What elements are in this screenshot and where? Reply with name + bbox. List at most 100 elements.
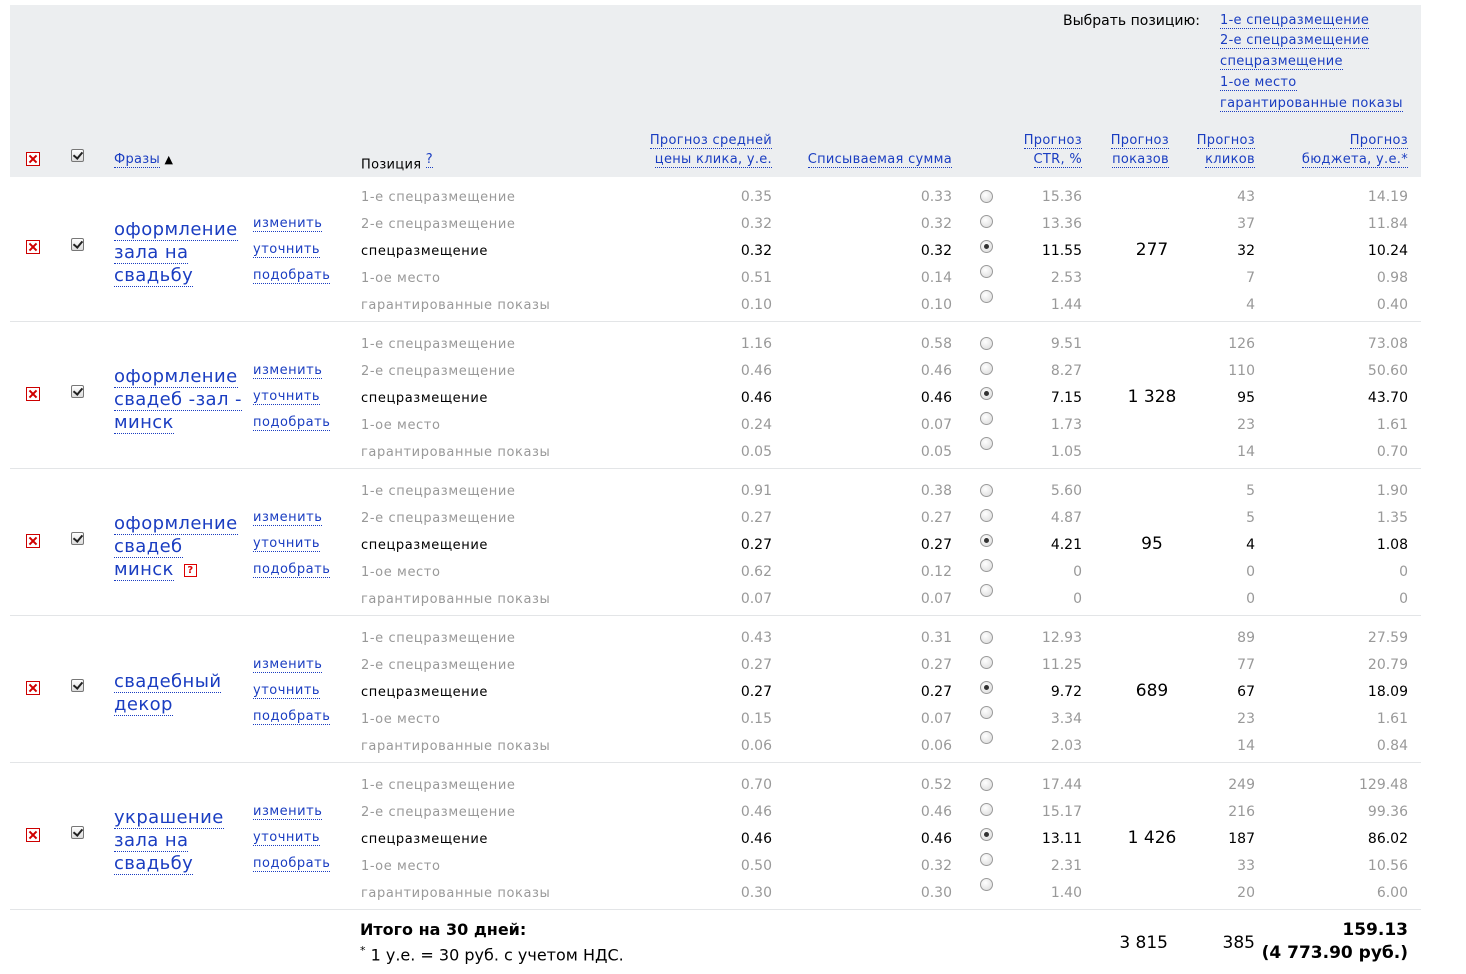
phrase-line[interactable]: оформление — [114, 218, 238, 241]
phrase-link[interactable]: свадьбу — [114, 852, 194, 875]
edit-link[interactable]: изменить — [253, 363, 323, 379]
position-radio[interactable] — [980, 706, 993, 719]
position-radio[interactable] — [980, 190, 993, 203]
phrase-link[interactable]: оформление — [114, 512, 238, 535]
phrase-action-refine[interactable]: уточнить — [253, 683, 321, 699]
clicks-header-line1[interactable]: Прогноз — [1196, 133, 1255, 149]
phrase-line[interactable]: свадеб — [114, 535, 183, 558]
avg-price-header-line1[interactable]: Прогноз средней — [649, 133, 772, 149]
choose-option-link[interactable]: спецразмещение — [1220, 54, 1343, 70]
phrase-link[interactable]: свадеб -зал - — [114, 388, 242, 411]
position-radio[interactable] — [980, 656, 993, 669]
edit-link[interactable]: изменить — [253, 804, 323, 820]
edit-link[interactable]: изменить — [253, 510, 323, 526]
position-help-icon[interactable]: ? — [425, 152, 433, 168]
pick-link[interactable]: подобрать — [253, 856, 331, 872]
choose-option-link[interactable]: 2-е спецразмещение — [1220, 33, 1370, 49]
choose-option-link[interactable]: 1-ое место — [1220, 75, 1297, 91]
position-radio[interactable] — [980, 412, 993, 425]
phrase-action-refine[interactable]: уточнить — [253, 242, 321, 258]
phrases-sort-link[interactable]: Фразы — [114, 152, 161, 168]
budget-header[interactable]: Прогноз бюджета, у.е.* — [1260, 131, 1408, 169]
phrase-link[interactable]: свадебный — [114, 671, 222, 693]
phrase-action-pick[interactable]: подобрать — [253, 856, 331, 872]
ctr-header-line1[interactable]: Прогноз — [1023, 133, 1082, 149]
phrase-action-edit[interactable]: изменить — [253, 804, 323, 820]
position-radio[interactable] — [980, 337, 993, 350]
refine-link[interactable]: уточнить — [253, 242, 321, 258]
position-radio[interactable] — [980, 803, 993, 816]
choose-position-option-first[interactable]: 1-ое место — [1220, 75, 1297, 91]
pick-link[interactable]: подобрать — [253, 709, 331, 725]
phrase-checkbox[interactable] — [71, 238, 84, 251]
choose-position-option-spec2[interactable]: 2-е спецразмещение — [1220, 33, 1370, 49]
phrase-line[interactable]: декор — [114, 693, 173, 716]
position-radio[interactable] — [980, 853, 993, 866]
phrase-link[interactable]: оформление — [114, 218, 238, 241]
phrase-line[interactable]: минск? — [114, 558, 197, 581]
phrase-link[interactable]: зала на — [114, 241, 189, 264]
phrase-checkbox[interactable] — [71, 826, 84, 839]
position-radio[interactable] — [980, 240, 993, 253]
phrase-link[interactable]: минск — [114, 411, 174, 434]
phrase-checkbox[interactable] — [71, 532, 84, 545]
select-all-checkbox[interactable] — [71, 149, 84, 162]
position-radio[interactable] — [980, 631, 993, 644]
position-radio[interactable] — [980, 265, 993, 278]
phrase-link[interactable]: минск — [114, 558, 174, 581]
phrase-line[interactable]: минск — [114, 411, 174, 434]
pick-link[interactable]: подобрать — [253, 268, 331, 284]
phrase-action-pick[interactable]: подобрать — [253, 268, 331, 284]
phrase-link[interactable]: оформление — [114, 365, 238, 388]
delete-phrase-icon[interactable] — [26, 387, 40, 401]
pick-link[interactable]: подобрать — [253, 415, 331, 431]
choose-position-option-spec[interactable]: спецразмещение — [1220, 54, 1343, 70]
position-radio[interactable] — [980, 559, 993, 572]
phrase-line[interactable]: оформление — [114, 512, 238, 535]
shows-header-line2[interactable]: показов — [1112, 152, 1169, 168]
shows-header-line1[interactable]: Прогноз — [1110, 133, 1169, 149]
position-radio[interactable] — [980, 878, 993, 891]
phrase-checkbox[interactable] — [71, 679, 84, 692]
delete-phrase-icon[interactable] — [26, 681, 40, 695]
avg-price-header[interactable]: Прогноз средней цены клика, у.е. — [600, 131, 772, 169]
phrases-header[interactable]: Фразы ▲ — [114, 150, 173, 169]
position-radio[interactable] — [980, 215, 993, 228]
edit-link[interactable]: изменить — [253, 657, 323, 673]
position-radio[interactable] — [980, 484, 993, 497]
phrase-action-pick[interactable]: подобрать — [253, 709, 331, 725]
phrase-line[interactable]: свадеб -зал - — [114, 388, 242, 411]
choose-position-option-guaranteed[interactable]: гарантированные показы — [1220, 96, 1403, 112]
ctr-header-line2[interactable]: CTR, % — [1033, 152, 1082, 168]
position-radio[interactable] — [980, 534, 993, 547]
refine-link[interactable]: уточнить — [253, 389, 321, 405]
delete-phrase-icon[interactable] — [26, 240, 40, 254]
position-radio[interactable] — [980, 290, 993, 303]
phrase-checkbox[interactable] — [71, 385, 84, 398]
position-radio[interactable] — [980, 362, 993, 375]
charged-header-label[interactable]: Списываемая сумма — [807, 152, 952, 168]
delete-phrase-icon[interactable] — [26, 534, 40, 548]
ctr-header[interactable]: Прогноз CTR, % — [1000, 131, 1082, 169]
position-radio[interactable] — [980, 584, 993, 597]
phrase-link[interactable]: свадеб — [114, 535, 183, 558]
phrase-link[interactable]: зала на — [114, 829, 189, 852]
phrase-line[interactable]: свадебный — [114, 670, 222, 693]
choose-option-link[interactable]: 1-е спецразмещение — [1220, 13, 1370, 29]
clicks-header[interactable]: Прогноз кликов — [1180, 131, 1255, 169]
phrase-action-edit[interactable]: изменить — [253, 657, 323, 673]
phrase-line[interactable]: оформление — [114, 365, 238, 388]
phrase-action-edit[interactable]: изменить — [253, 216, 323, 232]
shows-header[interactable]: Прогноз показов — [1090, 131, 1169, 169]
phrase-line[interactable]: свадьбу — [114, 852, 194, 875]
phrase-line[interactable]: украшение — [114, 806, 224, 829]
phrase-link[interactable]: украшение — [114, 806, 224, 829]
budget-header-line2[interactable]: бюджета, у.е.* — [1301, 152, 1408, 168]
clicks-header-line2[interactable]: кликов — [1205, 152, 1255, 168]
choose-option-link[interactable]: гарантированные показы — [1220, 96, 1403, 112]
delete-phrase-icon[interactable] — [26, 828, 40, 842]
phrase-line[interactable]: свадьбу — [114, 264, 194, 287]
position-radio[interactable] — [980, 437, 993, 450]
phrase-action-refine[interactable]: уточнить — [253, 389, 321, 405]
refine-link[interactable]: уточнить — [253, 830, 321, 846]
